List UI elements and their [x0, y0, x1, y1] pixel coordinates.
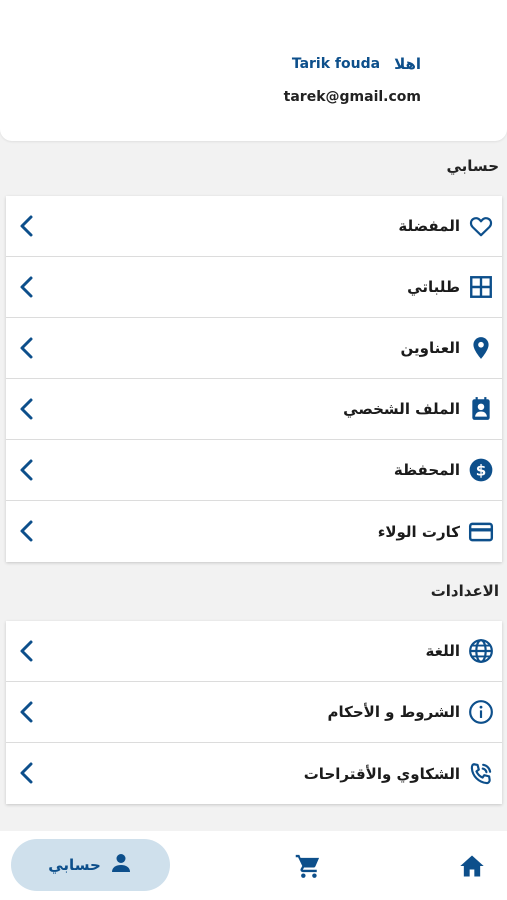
menu-item-loyalty-card[interactable]: كارت الولاء	[6, 501, 502, 562]
menu-item-addresses[interactable]: العناوين	[6, 318, 502, 379]
greeting-text: اهلا	[394, 55, 421, 73]
menu-item-label: الشكاوي والأقتراحات	[303, 764, 460, 783]
menu-item-favorites[interactable]: المفضلة	[6, 196, 502, 257]
menu-item-label: الملف الشخصي	[343, 400, 460, 418]
account-menu: المفضلة طلباتي العناوين الملف الشخصي $ ا…	[6, 196, 502, 562]
menu-item-label: طلباتي	[407, 278, 460, 296]
menu-item-label: كارت الولاء	[377, 522, 460, 541]
profile-card: اهلا Tarik fouda tarek@gmail.com	[0, 0, 507, 141]
grid-icon	[468, 274, 494, 300]
nav-tab-home[interactable]	[458, 852, 486, 880]
menu-item-label: العناوين	[400, 339, 460, 357]
menu-item-label: المحفظة	[393, 461, 460, 479]
chevron-left-icon	[20, 215, 33, 237]
heart-icon	[468, 213, 494, 239]
menu-item-wallet[interactable]: $ المحفظة	[6, 440, 502, 501]
chevron-left-icon	[20, 398, 33, 420]
settings-section-title: الاعدادات	[430, 582, 499, 600]
nav-tab-cart[interactable]	[294, 852, 322, 880]
location-pin-icon	[468, 335, 494, 361]
settings-menu: اللغة الشروط و الأحكام الشكاوي والأقتراح…	[6, 621, 502, 804]
person-icon	[109, 851, 133, 879]
menu-item-label: الشروط و الأحكام	[327, 703, 460, 721]
svg-text:$: $	[476, 461, 487, 479]
chevron-left-icon	[20, 276, 33, 298]
cart-icon	[295, 854, 320, 878]
chevron-left-icon	[20, 520, 33, 542]
greeting-row: اهلا Tarik fouda	[292, 55, 421, 73]
phone-call-icon	[468, 761, 494, 787]
chevron-left-icon	[20, 762, 33, 784]
user-name: Tarik fouda	[291, 56, 381, 72]
menu-item-label: اللغة	[425, 642, 460, 660]
credit-card-icon	[468, 519, 494, 545]
contact-card-icon	[468, 396, 494, 422]
chevron-left-icon	[20, 337, 33, 359]
chevron-left-icon	[20, 701, 33, 723]
menu-item-label: المفضلة	[398, 217, 460, 235]
dollar-circle-icon: $	[468, 457, 494, 483]
menu-item-terms[interactable]: الشروط و الأحكام	[6, 682, 502, 743]
chevron-left-icon	[20, 459, 33, 481]
home-icon	[460, 855, 484, 877]
chevron-left-icon	[20, 640, 33, 662]
menu-item-language[interactable]: اللغة	[6, 621, 502, 682]
menu-item-profile[interactable]: الملف الشخصي	[6, 379, 502, 440]
menu-item-orders[interactable]: طلباتي	[6, 257, 502, 318]
nav-tab-account-label: حسابي	[48, 856, 101, 874]
menu-item-complaints[interactable]: الشكاوي والأقتراحات	[6, 743, 502, 804]
info-icon	[468, 699, 494, 725]
account-section-title: حسابي	[446, 157, 499, 175]
nav-tab-account[interactable]: حسابي	[11, 839, 170, 891]
globe-icon	[468, 638, 494, 664]
user-email: tarek@gmail.com	[283, 89, 421, 105]
